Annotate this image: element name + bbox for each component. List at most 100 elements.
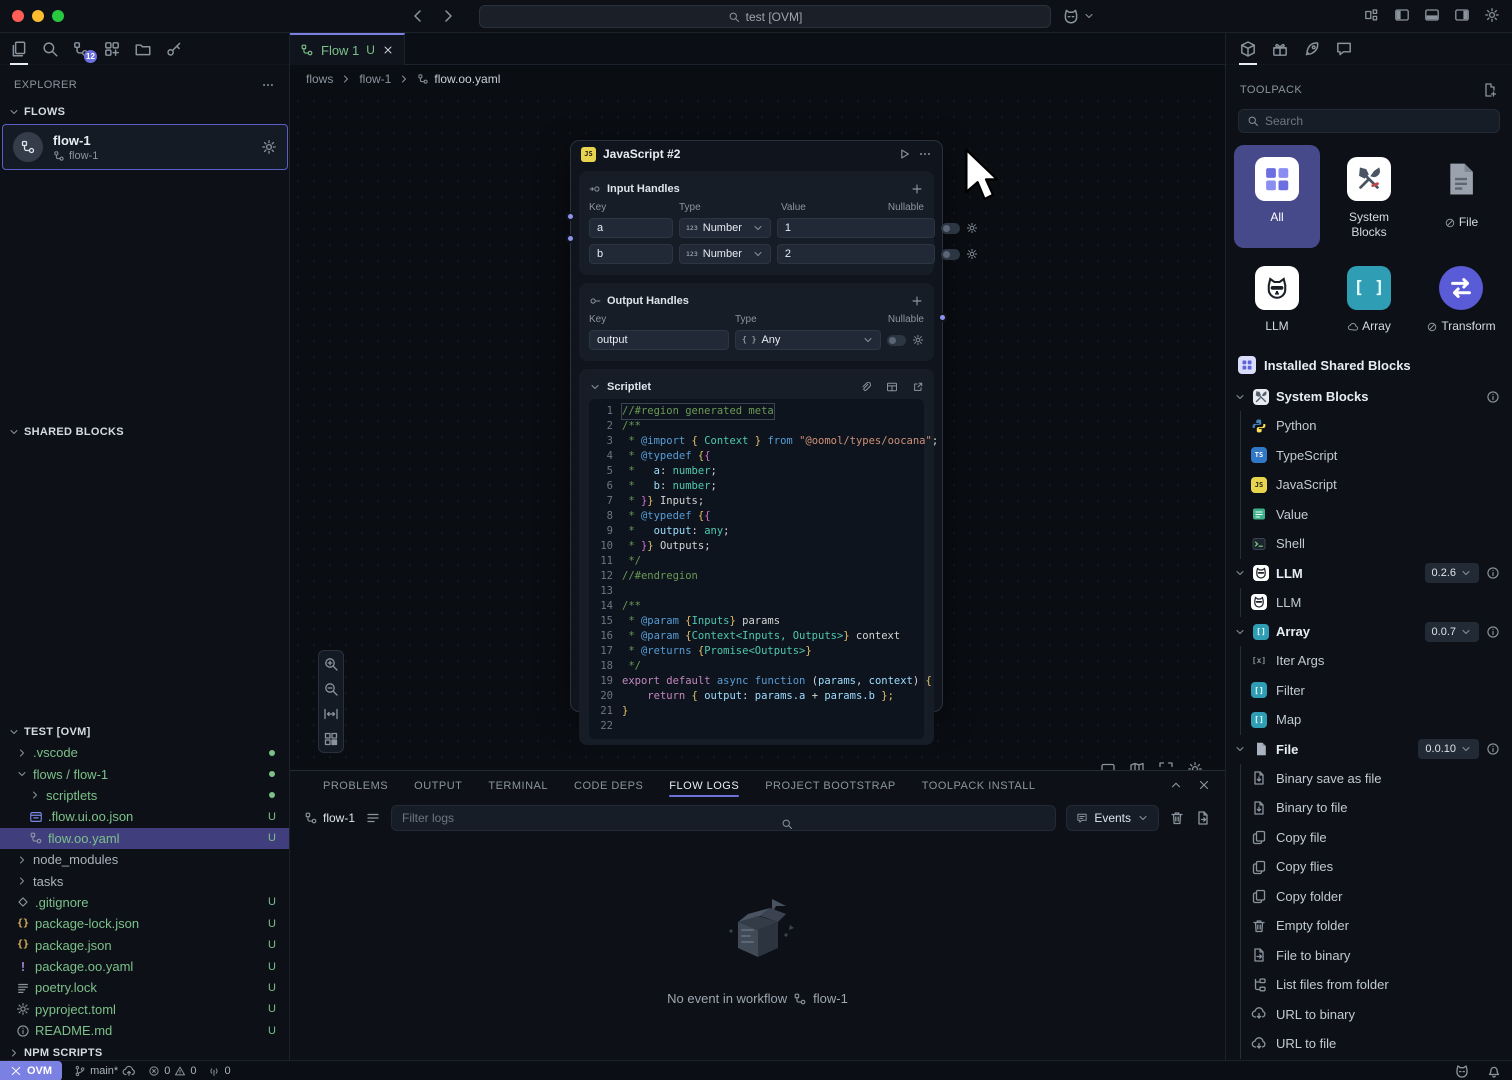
- info-icon[interactable]: [1486, 625, 1500, 639]
- notifications-bell-icon[interactable]: [1486, 1063, 1502, 1079]
- version-select[interactable]: 0.0.7: [1425, 622, 1479, 642]
- panel-maximize-icon[interactable]: [1169, 778, 1183, 792]
- block-item-binary-save-as-file[interactable]: Binary save as file: [1241, 764, 1512, 794]
- info-icon[interactable]: [1486, 742, 1500, 756]
- toolpack-card-all[interactable]: All: [1234, 145, 1320, 248]
- toggle-sidebar-icon[interactable]: [1394, 7, 1410, 23]
- tree-item[interactable]: .flow.ui.oo.json U: [0, 806, 289, 827]
- flow-list-item[interactable]: flow-1 flow-1: [2, 124, 288, 170]
- installed-group-system-blocks[interactable]: System Blocks: [1226, 382, 1512, 411]
- toolpack-view-icon[interactable]: [1238, 39, 1258, 59]
- breadcrumb-file[interactable]: flow.oo.yaml: [434, 72, 500, 86]
- input-settings-gear-icon[interactable]: [966, 222, 978, 234]
- block-item-shell[interactable]: Shell: [1241, 529, 1512, 559]
- log-list-icon[interactable]: [365, 810, 381, 826]
- new-toolpack-icon[interactable]: [1482, 82, 1498, 98]
- toolpack-card-system-blocks[interactable]: System Blocks: [1326, 145, 1412, 248]
- nullable-toggle-a[interactable]: [941, 223, 960, 234]
- fit-view-icon[interactable]: [323, 706, 339, 722]
- keys-view-icon[interactable]: [164, 39, 184, 59]
- export-logs-icon[interactable]: [1195, 810, 1211, 826]
- tree-item[interactable]: !package.oo.yaml U: [0, 956, 289, 977]
- git-branch-item[interactable]: main*: [74, 1064, 136, 1078]
- input-type-select-a[interactable]: 123 Number: [679, 218, 771, 238]
- block-item-javascript[interactable]: JS JavaScript: [1241, 470, 1512, 500]
- input-handle-b-dot[interactable]: [566, 234, 575, 243]
- panel-tab-problems[interactable]: PROBLEMS: [323, 771, 388, 801]
- tree-item[interactable]: pyproject.toml U: [0, 999, 289, 1020]
- panel-tab-terminal[interactable]: TERMINAL: [488, 771, 548, 801]
- flow-settings-gear-icon[interactable]: [261, 139, 277, 155]
- tree-item[interactable]: .gitignore U: [0, 892, 289, 913]
- toggle-secondary-sidebar-icon[interactable]: [1454, 7, 1470, 23]
- attach-icon[interactable]: [860, 381, 872, 393]
- folder-view-icon[interactable]: [133, 39, 153, 59]
- toolpack-card-file[interactable]: File: [1418, 145, 1504, 248]
- explorer-more-icon[interactable]: [261, 78, 275, 92]
- installed-group-array[interactable]: [] Array0.0.7: [1226, 617, 1512, 646]
- panel-close-icon[interactable]: [1197, 778, 1211, 792]
- tab-flow-1[interactable]: Flow 1 U: [290, 33, 405, 65]
- editor-grid-icon[interactable]: [886, 381, 898, 393]
- tree-item[interactable]: {}package.json U: [0, 935, 289, 956]
- toolpack-search[interactable]: [1238, 109, 1500, 133]
- publish-view-icon[interactable]: [1302, 39, 1322, 59]
- block-item-copy-flies[interactable]: Copy flies: [1241, 852, 1512, 882]
- auto-layout-icon[interactable]: [323, 731, 339, 747]
- filter-logs-input[interactable]: [391, 805, 1056, 831]
- output-type-select[interactable]: { } Any: [735, 330, 881, 350]
- forward-icon[interactable]: [440, 8, 456, 24]
- flows-view-icon[interactable]: 12: [71, 39, 91, 59]
- nullable-toggle-b[interactable]: [941, 249, 960, 260]
- toolpack-search-input[interactable]: [1265, 114, 1491, 128]
- node-javascript-2[interactable]: JS JavaScript #2 Input Handles: [570, 140, 943, 712]
- tree-item[interactable]: flows / flow-1: [0, 763, 289, 784]
- block-item-filter[interactable]: [] Filter: [1241, 676, 1512, 706]
- customize-layout-icon[interactable]: [1364, 7, 1380, 23]
- shared-blocks-section-header[interactable]: SHARED BLOCKS: [0, 422, 289, 442]
- remote-indicator[interactable]: OVM: [0, 1061, 62, 1080]
- tree-item[interactable]: {}package-lock.json U: [0, 913, 289, 934]
- code-editor[interactable]: 1//#region generated meta2/**3 * @import…: [589, 399, 924, 739]
- block-item-file-to-binary[interactable]: File to binary: [1241, 941, 1512, 971]
- zoom-out-icon[interactable]: [323, 681, 339, 697]
- nullable-toggle-output[interactable]: [887, 335, 906, 346]
- block-item-python[interactable]: Python: [1241, 411, 1512, 441]
- output-settings-gear-icon[interactable]: [912, 334, 924, 346]
- block-item-map[interactable]: [] Map: [1241, 705, 1512, 735]
- toggle-panel-icon[interactable]: [1424, 7, 1440, 23]
- block-item-llm[interactable]: LLM: [1241, 588, 1512, 618]
- output-handle-dot[interactable]: [938, 313, 947, 322]
- toolpack-card-array[interactable]: [ ] Array: [1326, 254, 1412, 342]
- node-header[interactable]: JS JavaScript #2: [571, 141, 942, 167]
- close-window-button[interactable]: [12, 10, 24, 22]
- input-settings-gear-icon[interactable]: [966, 248, 978, 260]
- input-key-a[interactable]: [589, 218, 673, 238]
- chat-view-icon[interactable]: [1334, 39, 1354, 59]
- search-view-icon[interactable]: [40, 39, 60, 59]
- settings-gear-icon[interactable]: [1484, 7, 1500, 23]
- input-value-a[interactable]: [777, 218, 935, 238]
- zoom-in-icon[interactable]: [323, 656, 339, 672]
- breadcrumb-flow-1[interactable]: flow-1: [359, 72, 391, 86]
- block-item-value[interactable]: Value: [1241, 500, 1512, 530]
- block-item-empty-folder[interactable]: Empty folder: [1241, 911, 1512, 941]
- close-icon[interactable]: [382, 44, 394, 56]
- installed-group-file[interactable]: File0.0.10: [1226, 735, 1512, 764]
- info-icon[interactable]: [1486, 566, 1500, 580]
- command-center-search[interactable]: test [OVM]: [479, 5, 1051, 28]
- tree-item[interactable]: flow.oo.yaml U: [0, 828, 289, 849]
- back-icon[interactable]: [410, 8, 426, 24]
- tree-item[interactable]: README.md U: [0, 1020, 289, 1041]
- block-item-copy-file[interactable]: Copy file: [1241, 823, 1512, 853]
- input-key-b[interactable]: [589, 244, 673, 264]
- block-item-copy-folder[interactable]: Copy folder: [1241, 882, 1512, 912]
- flows-section-header[interactable]: FLOWS: [0, 102, 289, 122]
- project-section-header[interactable]: TEST [OVM]: [0, 722, 289, 742]
- panel-tab-project-bootstrap[interactable]: PROJECT BOOTSTRAP: [765, 771, 896, 801]
- add-input-icon[interactable]: [910, 182, 924, 196]
- panel-tab-code-deps[interactable]: CODE DEPS: [574, 771, 643, 801]
- block-item-iter-args[interactable]: [x] Iter Args: [1241, 646, 1512, 676]
- problems-item[interactable]: 0 0: [148, 1065, 196, 1077]
- input-value-b[interactable]: [777, 244, 935, 264]
